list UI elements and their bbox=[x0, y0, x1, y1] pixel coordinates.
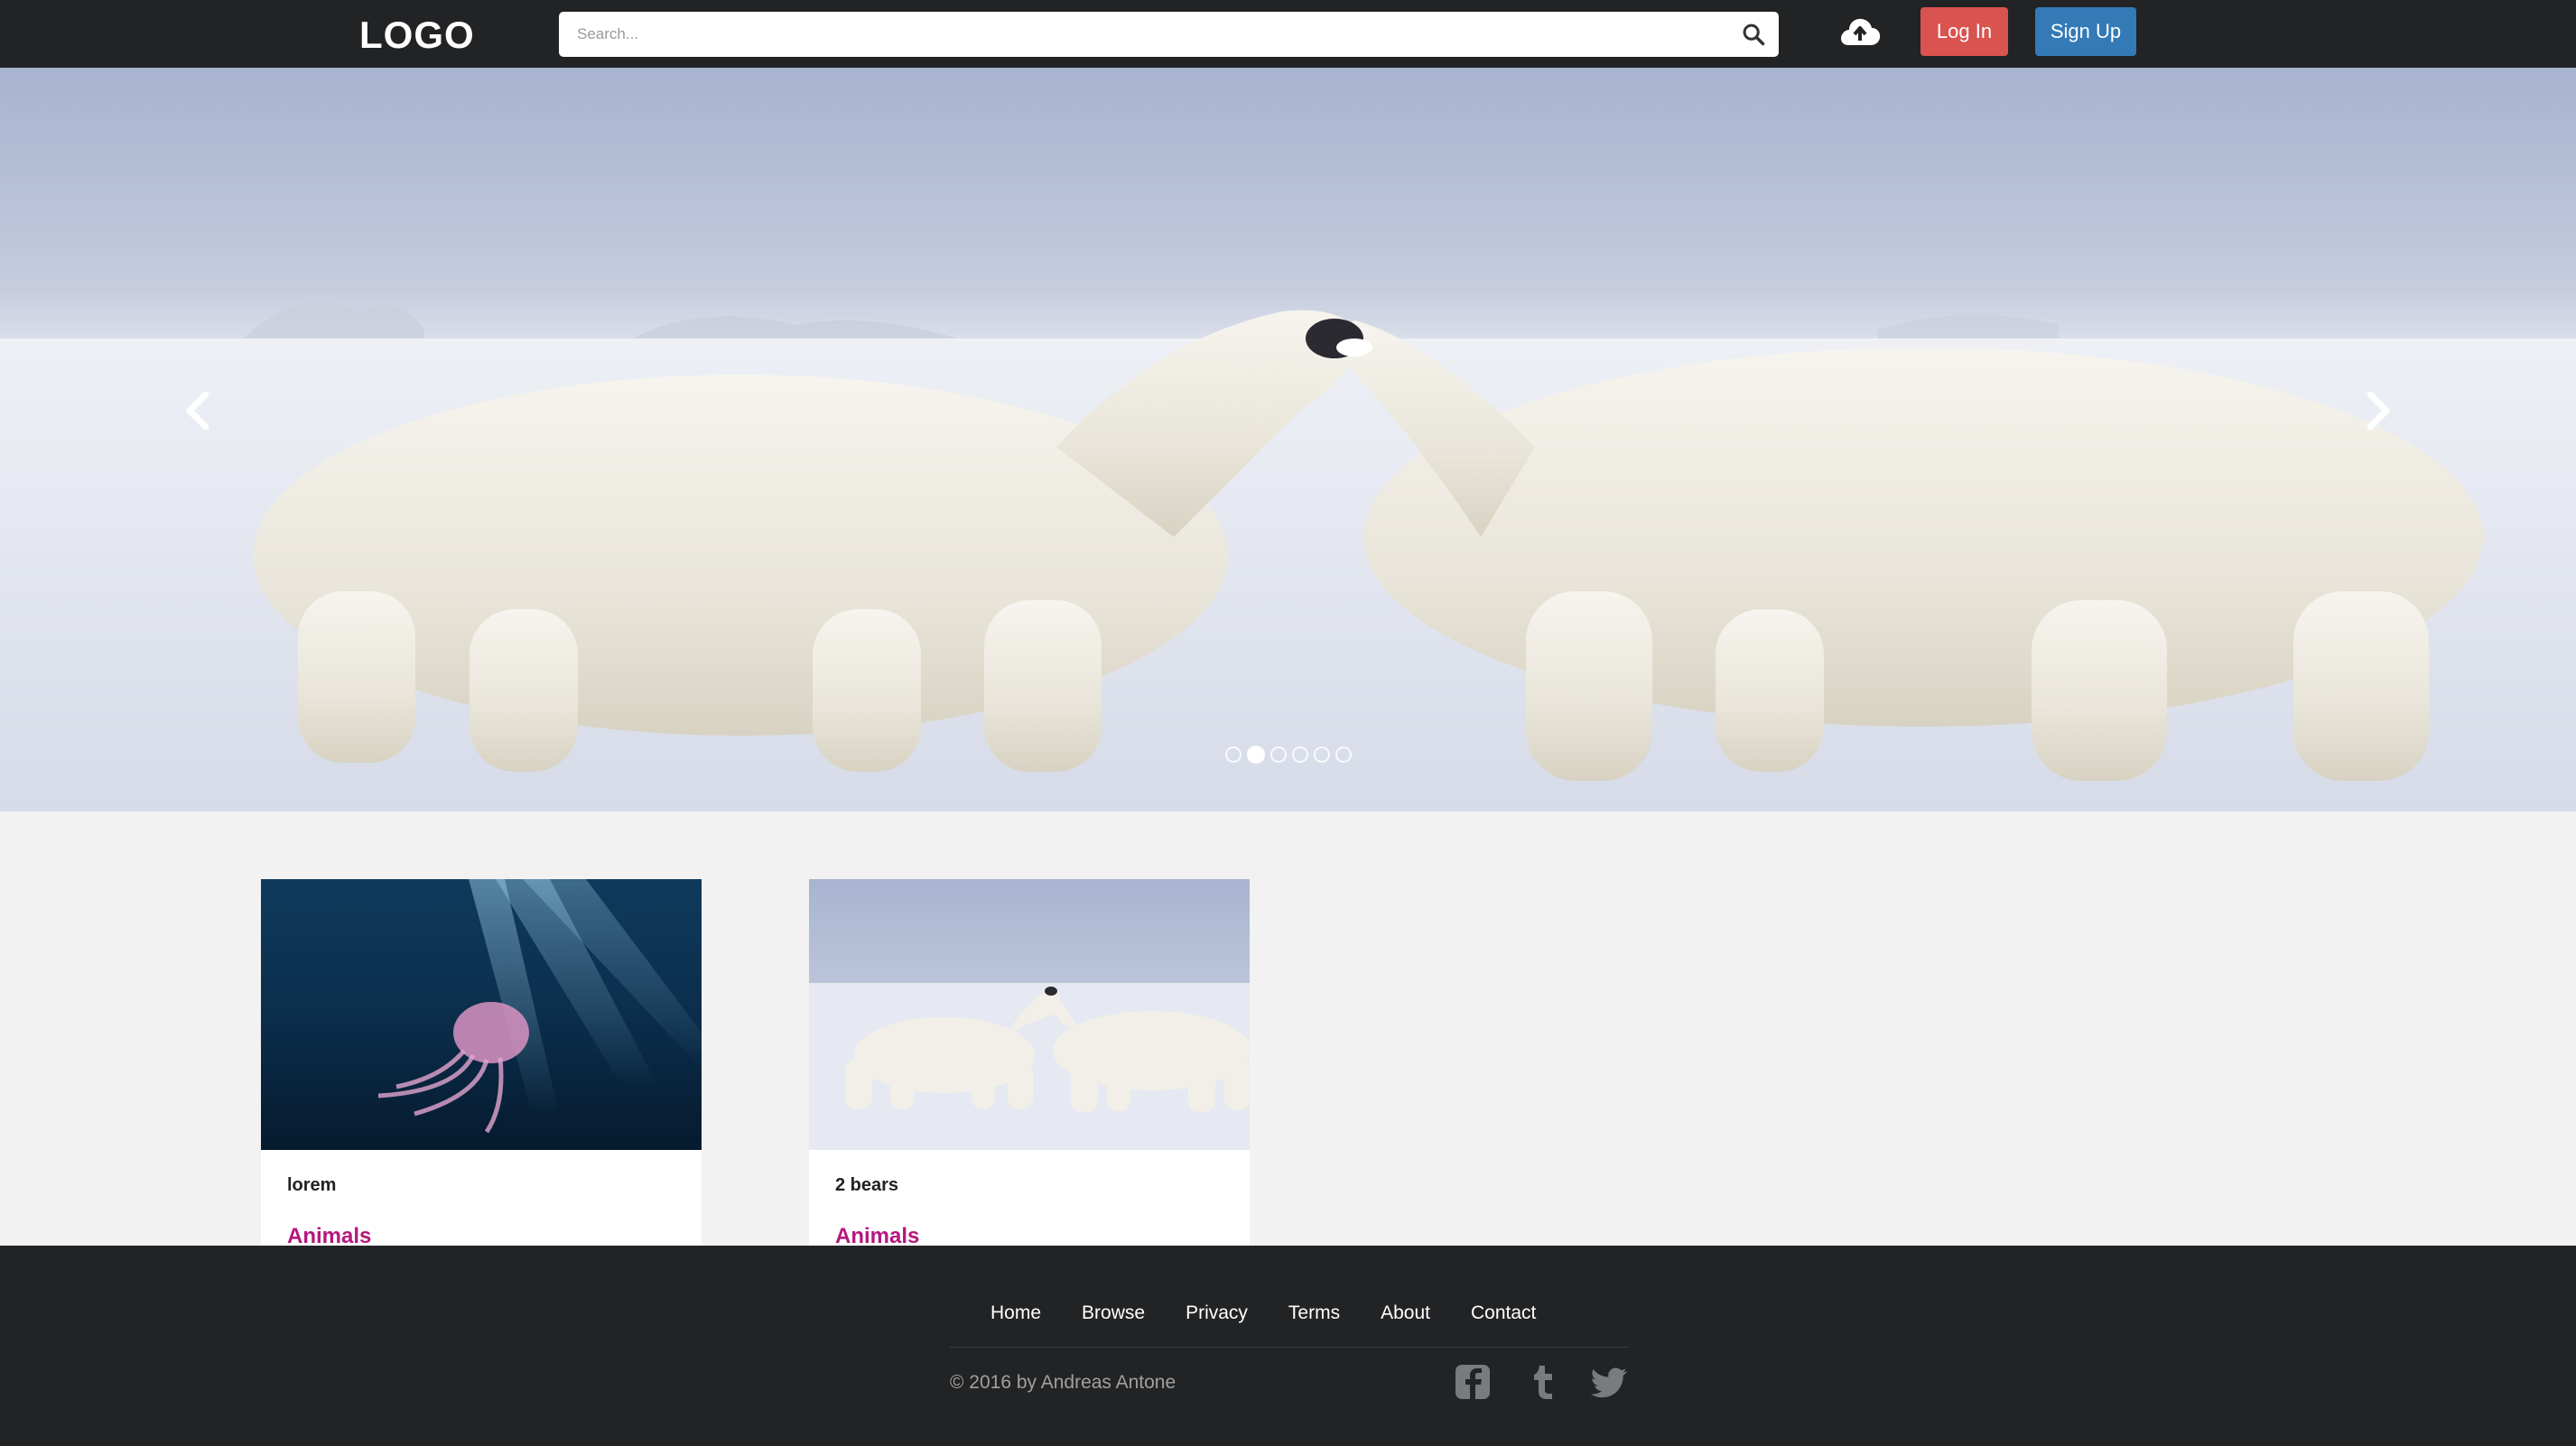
carousel-dot[interactable] bbox=[1335, 746, 1352, 763]
gallery-card[interactable]: 2 bears Animals bbox=[809, 879, 1250, 1246]
copyright-text: © 2016 by Andreas Antone bbox=[950, 1372, 1176, 1393]
card-title[interactable]: lorem bbox=[287, 1175, 336, 1196]
footer-link-browse[interactable]: Browse bbox=[1082, 1302, 1145, 1324]
search-input[interactable] bbox=[559, 12, 1724, 57]
chevron-right-icon[interactable] bbox=[2350, 384, 2404, 438]
hero-carousel bbox=[0, 68, 2576, 811]
signup-button[interactable]: Sign Up bbox=[2035, 7, 2136, 56]
footer-nav: Home Browse Privacy Terms About Contact bbox=[990, 1302, 1576, 1324]
carousel-indicators bbox=[1225, 745, 1352, 765]
card-category-link[interactable]: Animals bbox=[835, 1224, 919, 1246]
chevron-left-icon[interactable] bbox=[172, 384, 226, 438]
gallery-card[interactable]: lorem Animals bbox=[261, 879, 702, 1246]
cloud-upload-icon[interactable] bbox=[1837, 13, 1883, 51]
carousel-dot[interactable] bbox=[1270, 746, 1287, 763]
hero-image-polar-bears bbox=[0, 302, 2576, 811]
search-icon[interactable] bbox=[1741, 22, 1766, 47]
card-title[interactable]: 2 bears bbox=[835, 1175, 898, 1196]
card-image-jellyfish[interactable] bbox=[261, 879, 702, 1150]
search-bar bbox=[559, 12, 1779, 57]
logo[interactable]: LOGO bbox=[359, 13, 475, 58]
carousel-dot[interactable] bbox=[1314, 746, 1330, 763]
top-navbar: LOGO Log In Sign Up bbox=[0, 0, 2576, 68]
tumblr-icon[interactable] bbox=[1524, 1363, 1562, 1401]
carousel-dot[interactable] bbox=[1292, 746, 1308, 763]
footer-link-terms[interactable]: Terms bbox=[1288, 1302, 1340, 1324]
footer-divider bbox=[950, 1347, 1629, 1348]
footer: Home Browse Privacy Terms About Contact … bbox=[0, 1246, 2576, 1446]
footer-link-home[interactable]: Home bbox=[990, 1302, 1041, 1324]
card-category-link[interactable]: Animals bbox=[287, 1224, 371, 1246]
carousel-dot-active[interactable] bbox=[1247, 746, 1265, 764]
card-image-polar-bears[interactable] bbox=[809, 879, 1250, 1150]
footer-link-about[interactable]: About bbox=[1381, 1302, 1430, 1324]
login-button[interactable]: Log In bbox=[1920, 7, 2008, 56]
footer-link-contact[interactable]: Contact bbox=[1471, 1302, 1536, 1324]
carousel-dot[interactable] bbox=[1225, 746, 1242, 763]
facebook-icon[interactable] bbox=[1454, 1363, 1492, 1401]
twitter-icon[interactable] bbox=[1591, 1363, 1629, 1401]
footer-link-privacy[interactable]: Privacy bbox=[1186, 1302, 1248, 1324]
